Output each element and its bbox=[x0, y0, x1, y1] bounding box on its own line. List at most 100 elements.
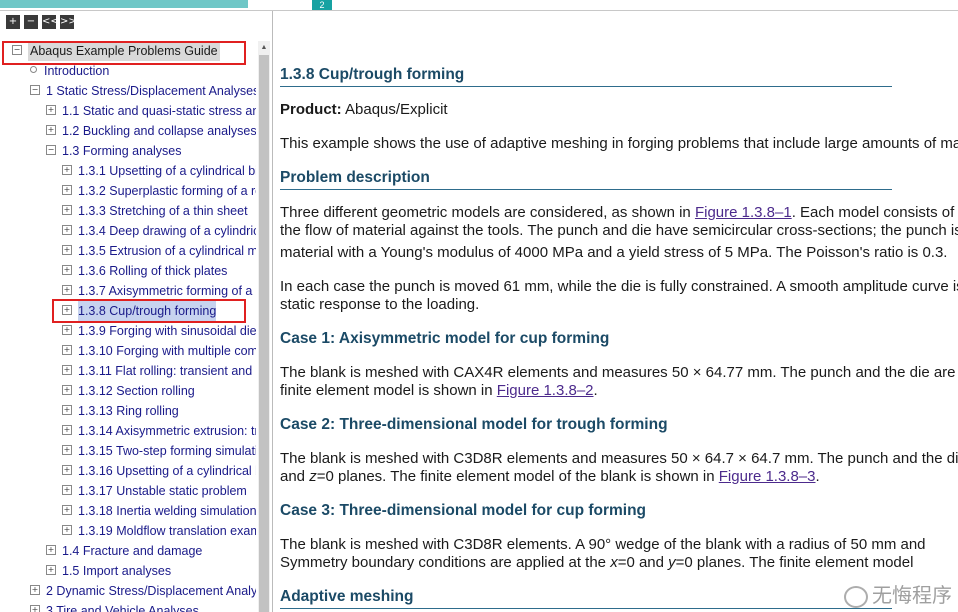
italic-var: x bbox=[610, 554, 618, 571]
page-tab-2[interactable]: 2 bbox=[312, 0, 332, 10]
italic-var: z bbox=[309, 468, 317, 485]
problem-line-1: Three different geometric models are con… bbox=[280, 204, 958, 222]
expand-icon[interactable]: + bbox=[62, 164, 72, 175]
expand-icon[interactable]: + bbox=[62, 344, 72, 355]
tree-node-1-4[interactable]: +1.4 Fracture and damage bbox=[46, 541, 202, 561]
product-label: Product: bbox=[280, 101, 342, 118]
expand-icon[interactable]: + bbox=[46, 544, 56, 555]
tree-node-item[interactable]: +1.3.18 Inertia welding simulation bbox=[62, 501, 256, 521]
expand-icon[interactable]: + bbox=[62, 284, 72, 295]
expand-icon[interactable]: + bbox=[62, 424, 72, 435]
heading-problem-description: Problem description bbox=[280, 169, 892, 190]
tree-node-item[interactable]: +1.3.14 Axisymmetric extrusion: transien… bbox=[62, 421, 256, 441]
tree-node-item[interactable]: +1.3.6 Rolling of thick plates bbox=[62, 261, 227, 281]
text-span: finite element model is shown in bbox=[280, 382, 497, 399]
heading-case-1: Case 1: Axisymmetric model for cup formi… bbox=[280, 330, 610, 347]
toc-scrollbar[interactable]: ▲ bbox=[258, 41, 270, 612]
expand-icon[interactable]: + bbox=[62, 364, 72, 375]
previous-button[interactable]: << bbox=[42, 15, 59, 29]
expand-icon[interactable]: + bbox=[62, 404, 72, 415]
tree-node-item[interactable]: +1.3.16 Upsetting of a cylindrical bille… bbox=[62, 461, 256, 481]
expand-icon[interactable]: + bbox=[62, 384, 72, 395]
watermark: 无悔程序 bbox=[844, 579, 952, 608]
tree-node-item[interactable]: +1.3.1 Upsetting of a cylindrical billet bbox=[62, 161, 256, 181]
expand-icon[interactable]: + bbox=[62, 504, 72, 515]
expand-icon[interactable]: + bbox=[62, 184, 72, 195]
expand-icon[interactable]: + bbox=[62, 244, 72, 255]
expand-icon[interactable]: + bbox=[30, 584, 40, 595]
heading-case-2: Case 2: Three-dimensional model for trou… bbox=[280, 416, 668, 433]
contents-tab[interactable] bbox=[0, 0, 248, 8]
heading-adaptive-meshing: Adaptive meshing bbox=[280, 588, 892, 609]
expand-icon[interactable]: + bbox=[46, 104, 56, 115]
text-span: =0 and bbox=[617, 554, 669, 571]
figure-link-2[interactable]: Figure 1.3.8–2 bbox=[497, 382, 594, 399]
expand-icon[interactable]: + bbox=[62, 524, 72, 535]
tree-node-1-5[interactable]: +1.5 Import analyses bbox=[46, 561, 171, 581]
tree-node-item[interactable]: +1.3.19 Moldflow translation examples bbox=[62, 521, 256, 541]
tree-node-static[interactable]: −1 Static Stress/Displacement Analyses bbox=[30, 81, 256, 101]
tree-node-item[interactable]: +1.3.11 Flat rolling: transient and stea… bbox=[62, 361, 256, 381]
top-tab-bar: 2 bbox=[0, 0, 958, 11]
tree-node-item[interactable]: +1.3.5 Extrusion of a cylindrical metal … bbox=[62, 241, 256, 261]
product-line: Product: Abaqus/Explicit bbox=[280, 101, 448, 119]
tree-node-item[interactable]: +1.3.15 Two-step forming simulation bbox=[62, 441, 256, 461]
expand-icon[interactable]: + bbox=[62, 324, 72, 335]
text-span: =0 planes. The finite element model bbox=[675, 554, 914, 571]
tree-node-tire[interactable]: +3 Tire and Vehicle Analyses bbox=[30, 601, 199, 612]
case2-line-1: The blank is meshed with C3D8R elements … bbox=[280, 450, 958, 467]
case1-line-1: The blank is meshed with CAX4R elements … bbox=[280, 364, 958, 381]
expand-icon[interactable]: + bbox=[62, 224, 72, 235]
text-span: =0 planes. The finite element model of t… bbox=[316, 468, 719, 485]
toc-toolbar: + − <<>> bbox=[6, 15, 78, 31]
tree-node-1-2[interactable]: +1.2 Buckling and collapse analyses bbox=[46, 121, 256, 141]
text-span: and bbox=[280, 468, 310, 485]
tree-node-item[interactable]: +1.3.12 Section rolling bbox=[62, 381, 195, 401]
tree-node-item[interactable]: +1.3.3 Stretching of a thin sheet bbox=[62, 201, 248, 221]
expand-icon[interactable]: + bbox=[62, 204, 72, 215]
expand-icon[interactable]: + bbox=[30, 604, 40, 612]
expand-icon[interactable]: + bbox=[62, 464, 72, 475]
text-span: Three different geometric models are con… bbox=[280, 204, 695, 221]
tree-node-item[interactable]: +1.3.7 Axisymmetric forming of a circula… bbox=[62, 281, 256, 301]
case1-line-2: finite element model is shown in Figure … bbox=[280, 382, 598, 400]
tree-node-1-1[interactable]: +1.1 Static and quasi-static stress anal… bbox=[46, 101, 256, 121]
expand-icon[interactable]: + bbox=[62, 484, 72, 495]
scrollbar-thumb[interactable] bbox=[259, 55, 269, 612]
expand-icon[interactable]: + bbox=[46, 564, 56, 575]
tree-node-dynamic[interactable]: +2 Dynamic Stress/Displacement Analyses bbox=[30, 581, 256, 601]
figure-link-1[interactable]: Figure 1.3.8–1 bbox=[695, 204, 792, 221]
problem-line-3: material with a Young's modulus of 4000 … bbox=[280, 244, 948, 261]
italic-var: y bbox=[668, 554, 676, 571]
case3-line-1: The blank is meshed with C3D8R elements.… bbox=[280, 536, 926, 553]
expand-icon[interactable]: + bbox=[62, 444, 72, 455]
intro-paragraph: This example shows the use of adaptive m… bbox=[280, 135, 958, 152]
tree-node-item[interactable]: +1.3.13 Ring rolling bbox=[62, 401, 179, 421]
collapse-icon[interactable]: − bbox=[46, 144, 56, 155]
case3-line-2: Symmetry boundary conditions are applied… bbox=[280, 554, 913, 572]
loading-line-2: static response to the loading. bbox=[280, 296, 480, 313]
expand-all-button[interactable]: + bbox=[6, 15, 20, 29]
text-span: . Each model consists of a blank, a punc… bbox=[791, 204, 958, 221]
highlight-box-root bbox=[2, 41, 246, 65]
heading-case-3: Case 3: Three-dimensional model for cup … bbox=[280, 502, 647, 519]
tree-node-item[interactable]: +1.3.9 Forging with sinusoidal dies bbox=[62, 321, 256, 341]
figure-link-3[interactable]: Figure 1.3.8–3 bbox=[719, 468, 816, 485]
text-span: . bbox=[815, 468, 820, 485]
next-button[interactable]: >> bbox=[60, 15, 77, 29]
tree-node-item[interactable]: +1.3.4 Deep drawing of a cylindrical cup bbox=[62, 221, 256, 241]
tree-node-item[interactable]: +1.3.2 Superplastic forming of a rectang… bbox=[62, 181, 256, 201]
loading-line-1: In each case the punch is moved 61 mm, w… bbox=[280, 278, 958, 295]
wechat-icon bbox=[844, 585, 868, 608]
tree-node-1-3[interactable]: −1.3 Forming analyses bbox=[46, 141, 182, 161]
collapse-all-button[interactable]: − bbox=[24, 15, 38, 29]
scroll-up-icon[interactable]: ▲ bbox=[258, 43, 270, 53]
watermark-text: 无悔程序 bbox=[872, 583, 952, 607]
expand-icon[interactable]: + bbox=[46, 124, 56, 135]
expand-icon[interactable]: + bbox=[62, 264, 72, 275]
leaf-icon bbox=[30, 66, 37, 74]
text-span: Symmetry boundary conditions are applied… bbox=[280, 554, 611, 571]
tree-node-item[interactable]: +1.3.17 Unstable static problem bbox=[62, 481, 247, 501]
tree-node-item[interactable]: +1.3.10 Forging with multiple complex di… bbox=[62, 341, 256, 361]
collapse-icon[interactable]: − bbox=[30, 84, 40, 95]
